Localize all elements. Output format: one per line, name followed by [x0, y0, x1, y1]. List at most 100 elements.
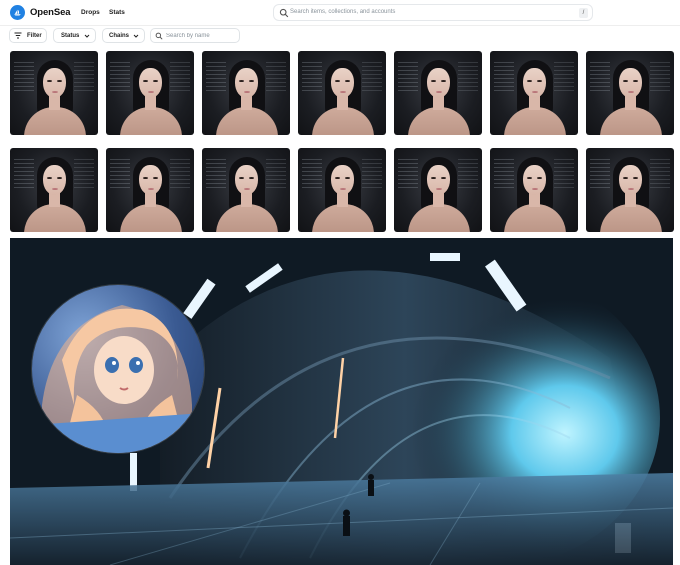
portrait-lips [148, 91, 154, 93]
portrait-face [427, 68, 450, 98]
portrait-shoulders [312, 204, 374, 232]
portrait-neck [625, 193, 636, 207]
portrait-eye [441, 80, 446, 82]
portrait-shoulders [408, 204, 470, 232]
portrait-eye [623, 177, 628, 179]
portrait-face [523, 68, 546, 98]
global-search-bar[interactable]: Search items, collections, and accounts … [273, 4, 593, 21]
hud-overlay [302, 158, 322, 188]
nft-card[interactable] [298, 148, 386, 232]
portrait-eye [143, 177, 148, 179]
brand-name[interactable]: OpenSea [30, 7, 71, 18]
portrait-face [43, 68, 66, 98]
nft-card[interactable] [10, 148, 98, 232]
portrait-neck [145, 96, 156, 110]
portrait-neck [337, 96, 348, 110]
nft-card[interactable] [586, 51, 674, 135]
portrait-eye [153, 80, 158, 82]
opensea-logo-icon[interactable] [10, 5, 25, 20]
portrait-eye [239, 80, 244, 82]
hud-overlay [554, 158, 574, 188]
top-navigation: OpenSea Drops Stats Search items, collec… [0, 0, 680, 26]
portrait-eye [249, 80, 254, 82]
nft-card[interactable] [298, 51, 386, 135]
status-dropdown[interactable]: Status [53, 28, 96, 43]
nav-drops-link[interactable]: Drops [81, 9, 100, 16]
portrait-lips [52, 91, 58, 93]
hud-overlay [74, 158, 94, 188]
portrait-neck [241, 193, 252, 207]
portrait-face [523, 165, 546, 195]
portrait-neck [529, 96, 540, 110]
portrait-shoulders [504, 204, 566, 232]
nav-stats-link[interactable]: Stats [109, 9, 125, 16]
nft-card[interactable] [490, 51, 578, 135]
portrait-shoulders [120, 107, 182, 135]
nft-card[interactable] [394, 51, 482, 135]
portrait-neck [241, 96, 252, 110]
hud-overlay [302, 61, 322, 91]
nft-card[interactable] [490, 148, 578, 232]
portrait-eye [345, 177, 350, 179]
portrait-eye [47, 80, 52, 82]
hud-overlay [398, 158, 418, 188]
portrait-face [331, 68, 354, 98]
filter-button-label: Filter [27, 32, 42, 39]
nft-card[interactable] [106, 51, 194, 135]
portrait-shoulders [24, 107, 86, 135]
portrait-eye [153, 177, 158, 179]
hud-overlay [590, 158, 610, 188]
portrait-face [427, 165, 450, 195]
portrait-eye [431, 177, 436, 179]
portrait-lips [340, 91, 346, 93]
name-search-input[interactable] [166, 30, 236, 41]
portrait-neck [433, 193, 444, 207]
nft-card[interactable] [10, 51, 98, 135]
portrait-lips [244, 91, 250, 93]
portrait-lips [244, 188, 250, 190]
portrait-eye [47, 177, 52, 179]
portrait-neck [49, 96, 60, 110]
hud-overlay [554, 61, 574, 91]
portrait-eye [335, 177, 340, 179]
portrait-eye [537, 177, 542, 179]
portrait-neck [145, 193, 156, 207]
nft-card[interactable] [202, 51, 290, 135]
hud-overlay [206, 61, 226, 91]
chains-dropdown[interactable]: Chains [102, 28, 145, 43]
filter-button[interactable]: Filter [9, 28, 47, 43]
portrait-eye [249, 177, 254, 179]
hud-overlay [110, 158, 130, 188]
nft-card[interactable] [586, 148, 674, 232]
portrait-shoulders [312, 107, 374, 135]
portrait-neck [433, 96, 444, 110]
hud-overlay [266, 158, 286, 188]
hud-overlay [170, 61, 190, 91]
portrait-eye [431, 80, 436, 82]
hud-overlay [206, 158, 226, 188]
portrait-face [619, 68, 642, 98]
portrait-face [235, 68, 258, 98]
portrait-eye [57, 80, 62, 82]
hud-overlay [494, 158, 514, 188]
hud-overlay [266, 61, 286, 91]
portrait-lips [628, 91, 634, 93]
search-icon [155, 32, 163, 40]
nft-card[interactable] [202, 148, 290, 232]
portrait-face [139, 68, 162, 98]
global-search-placeholder: Search items, collections, and accounts [290, 9, 396, 15]
portrait-face [619, 165, 642, 195]
portrait-eye [143, 80, 148, 82]
filter-toolbar: Filter Status Chains [0, 26, 680, 46]
search-shortcut-key: / [579, 8, 588, 18]
portrait-shoulders [120, 204, 182, 232]
portrait-eye [527, 177, 532, 179]
portrait-eye [335, 80, 340, 82]
portrait-eye [527, 80, 532, 82]
portrait-lips [52, 188, 58, 190]
portrait-lips [436, 188, 442, 190]
name-search-field[interactable] [150, 28, 240, 43]
nft-card[interactable] [394, 148, 482, 232]
chains-dropdown-label: Chains [109, 32, 130, 39]
nft-card[interactable] [106, 148, 194, 232]
